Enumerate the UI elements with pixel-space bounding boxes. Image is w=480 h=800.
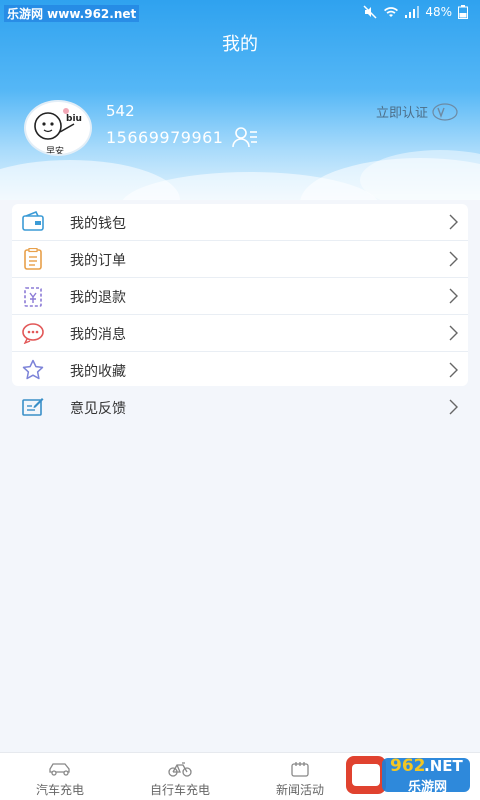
chevron-right-icon bbox=[449, 325, 458, 341]
chevron-right-icon bbox=[449, 251, 458, 267]
chevron-right-icon bbox=[449, 288, 458, 304]
user-phone: 15669979961 bbox=[106, 128, 224, 147]
refund-icon bbox=[24, 287, 42, 307]
menu-item-label: 我的退款 bbox=[70, 290, 126, 306]
watermark-text: 乐游网 bbox=[408, 780, 448, 795]
mute-icon bbox=[363, 5, 377, 19]
menu-item-label: 我的订单 bbox=[70, 253, 126, 269]
tab-label: 汽车充电 bbox=[35, 783, 84, 797]
car-icon bbox=[49, 763, 70, 776]
chevron-right-icon bbox=[449, 399, 458, 415]
news-icon bbox=[291, 762, 309, 777]
menu-item-feedback[interactable]: 意见反馈 bbox=[12, 389, 468, 426]
tab-car-charging[interactable]: 汽车充电 bbox=[28, 753, 92, 800]
battery-icon bbox=[458, 5, 468, 19]
menu-item-favorites[interactable]: 我的收藏 bbox=[12, 352, 468, 389]
menu-item-label: 我的消息 bbox=[70, 327, 126, 343]
menu-item-label: 我的收藏 bbox=[70, 364, 126, 380]
star-icon bbox=[22, 359, 44, 380]
menu-item-label: 意见反馈 bbox=[70, 401, 126, 417]
battery-level: 48% bbox=[425, 5, 452, 19]
menu-item-orders[interactable]: 我的订单 bbox=[12, 241, 468, 278]
avatar-caption: 早安 bbox=[46, 147, 65, 156]
avatar-text: biu bbox=[66, 114, 82, 124]
avatar[interactable]: biu 早安 bbox=[24, 100, 92, 156]
watermark-logo: 962 .NET 乐游网 bbox=[346, 754, 472, 796]
menu-item-refund[interactable]: 我的退款 bbox=[12, 278, 468, 315]
cloud-decoration bbox=[360, 150, 480, 200]
vip-badge-icon bbox=[432, 102, 458, 121]
verify-label: 立即认证 bbox=[375, 106, 428, 121]
watermark-text: 乐游网 www.962.net bbox=[4, 5, 140, 22]
watermark-brand: 962 bbox=[390, 756, 426, 776]
tab-news[interactable]: 新闻活动 bbox=[268, 753, 332, 800]
wifi-icon bbox=[384, 7, 399, 17]
verify-button[interactable]: 立即认证 bbox=[376, 102, 458, 121]
user-name: 542 bbox=[106, 102, 135, 120]
status-icons: 48% bbox=[363, 5, 468, 19]
status-bar: 乐游网 www.962.net 48% bbox=[0, 0, 480, 26]
watermark-suffix: .NET bbox=[424, 757, 463, 775]
feedback-icon bbox=[22, 398, 44, 416]
tab-label: 自行车充电 bbox=[149, 783, 210, 797]
contact-icon[interactable] bbox=[232, 126, 258, 148]
menu-item-label: 我的钱包 bbox=[70, 216, 126, 232]
bicycle-icon bbox=[168, 762, 192, 777]
menu-item-wallet[interactable]: 我的钱包 bbox=[12, 204, 468, 241]
page-title: 我的 bbox=[222, 34, 258, 55]
message-icon bbox=[22, 323, 44, 344]
chevron-right-icon bbox=[449, 214, 458, 230]
order-icon bbox=[24, 248, 42, 270]
menu-item-messages[interactable]: 我的消息 bbox=[12, 315, 468, 352]
wallet-icon bbox=[22, 211, 44, 231]
signal-icon bbox=[405, 6, 420, 18]
tab-bicycle-charging[interactable]: 自行车充电 bbox=[140, 753, 220, 800]
tab-label: 新闻活动 bbox=[275, 783, 324, 797]
chevron-right-icon bbox=[449, 362, 458, 378]
